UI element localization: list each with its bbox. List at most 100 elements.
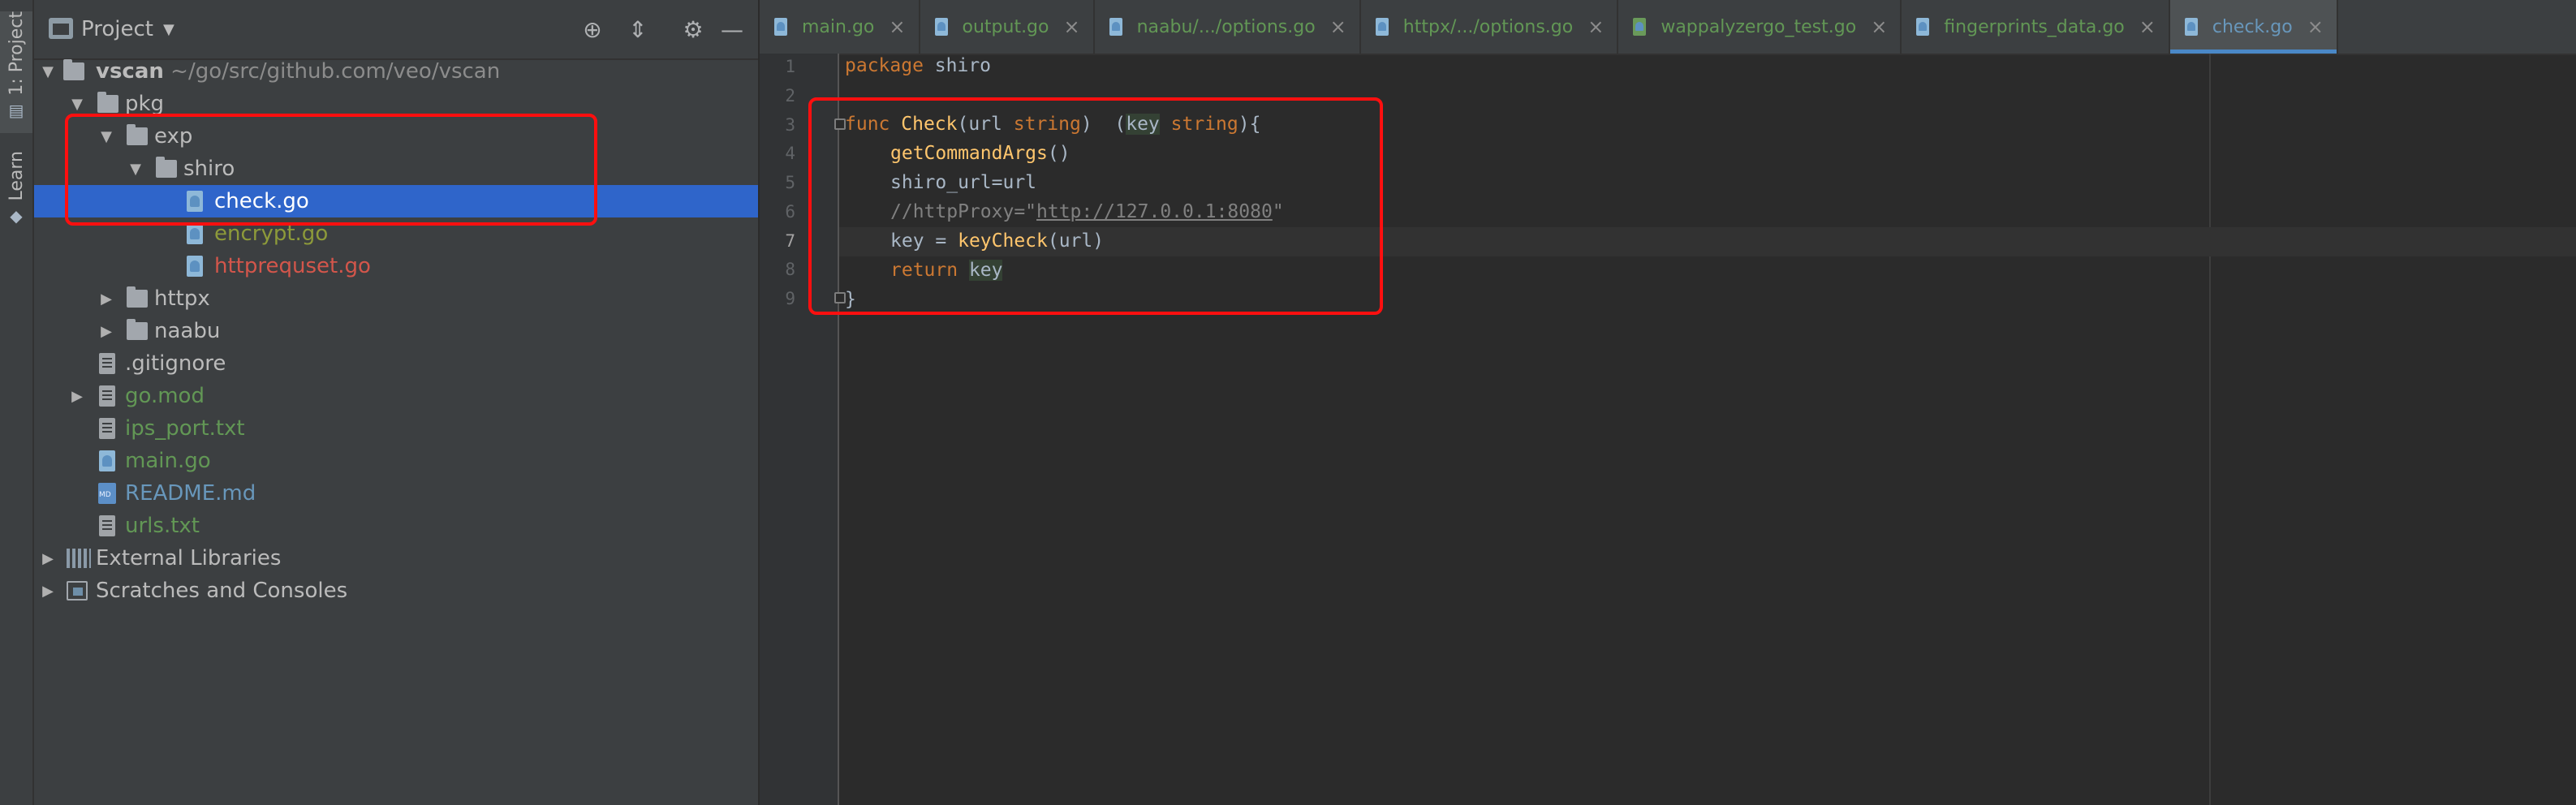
chevron-down-icon[interactable]: ▼ xyxy=(39,63,57,80)
tree-item-httpx[interactable]: ▶ httpx xyxy=(34,282,758,315)
tab-main-go[interactable]: main.go × xyxy=(760,0,920,54)
close-icon[interactable]: × xyxy=(2307,15,2324,38)
tree-item-label: pkg xyxy=(125,92,165,116)
go-file-icon xyxy=(1109,18,1122,36)
tab-httpx-options-go[interactable]: httpx/.../options.go × xyxy=(1361,0,1619,54)
annotation-box-code xyxy=(808,97,1383,315)
go-file-icon xyxy=(2184,18,2198,36)
annotation-box-tree xyxy=(65,114,597,226)
tree-item-external-libraries[interactable]: ▶ External Libraries xyxy=(34,542,758,575)
go-file-icon xyxy=(774,18,787,36)
chevron-down-icon[interactable]: ▼ xyxy=(68,96,86,113)
folder-icon xyxy=(127,319,148,340)
folder-icon xyxy=(97,92,118,113)
tab-label: output.go xyxy=(962,16,1049,37)
tab-fingerprints-data-go[interactable]: fingerprints_data.go × xyxy=(1902,0,2170,54)
tree-item-label: External Libraries xyxy=(96,546,282,570)
go-file-icon xyxy=(99,450,115,471)
tab-naabu-options-go[interactable]: naabu/.../options.go × xyxy=(1095,0,1361,54)
tree-item-main-go[interactable]: main.go xyxy=(34,445,758,477)
tab-label: httpx/.../options.go xyxy=(1402,16,1574,37)
line-number: 8 xyxy=(785,260,795,279)
tree-item-label: README.md xyxy=(125,481,256,506)
tree-item-scratches-and-consoles[interactable]: ▶ Scratches and Consoles xyxy=(34,575,758,607)
go-file-icon xyxy=(1375,18,1389,36)
tab-label: check.go xyxy=(2212,16,2293,37)
go-file-icon xyxy=(934,18,948,36)
tree-item-go-mod[interactable]: ▶ go.mod xyxy=(34,380,758,412)
close-icon[interactable]: × xyxy=(889,15,905,38)
line-number: 9 xyxy=(785,289,795,308)
project-path-hint: ~/go/src/github.com/veo/vscan xyxy=(170,59,501,84)
tree-item-label: vscan xyxy=(96,59,164,84)
project-tool-tab-label: 1: Project xyxy=(6,11,27,96)
tree-item-label: main.go xyxy=(125,449,211,473)
tree-item-gitignore[interactable]: .gitignore xyxy=(34,347,758,380)
tree-item-label: Scratches and Consoles xyxy=(96,579,348,603)
tree-item-httprequset-go[interactable]: httprequset.go xyxy=(34,250,758,282)
tree-item-label: go.mod xyxy=(125,384,205,408)
tab-wappalyzergo-test-go[interactable]: wappalyzergo_test.go × xyxy=(1618,0,1902,54)
right-margin-guide xyxy=(2209,54,2211,805)
close-icon[interactable]: × xyxy=(1330,15,1346,38)
line-number: 5 xyxy=(785,173,795,192)
text-file-icon xyxy=(99,515,115,536)
tree-item-label: urls.txt xyxy=(125,514,200,538)
learn-tool-tab[interactable]: Learn ◆ xyxy=(0,151,32,232)
chevron-right-icon[interactable]: ▶ xyxy=(39,583,57,600)
chevron-right-icon[interactable]: ▶ xyxy=(68,388,86,405)
tree-item-ips-port-txt[interactable]: ips_port.txt xyxy=(34,412,758,445)
tree-item-label: httprequset.go xyxy=(214,254,371,278)
folder-icon: ▤ xyxy=(8,100,24,120)
project-tool-tab[interactable]: 1: Project ▤ xyxy=(0,11,32,133)
tree-item-readme-md[interactable]: README.md xyxy=(34,477,758,510)
library-icon xyxy=(67,549,91,568)
close-icon[interactable]: × xyxy=(1063,15,1079,38)
line-number: 2 xyxy=(785,86,795,105)
chevron-right-icon[interactable]: ▶ xyxy=(39,550,57,567)
tree-item-label: naabu xyxy=(154,319,221,343)
collapse-all-icon[interactable]: ⇕ xyxy=(623,15,653,44)
tree-item-vscan[interactable]: ▼ vscan ~/go/src/github.com/veo/vscan xyxy=(34,55,758,88)
line-number: 3 xyxy=(785,115,795,135)
close-icon[interactable]: × xyxy=(1587,15,1604,38)
hide-panel-icon[interactable]: — xyxy=(717,15,747,44)
line-number: 6 xyxy=(785,202,795,222)
tab-label: main.go xyxy=(802,16,875,37)
locate-file-icon[interactable]: ⊕ xyxy=(578,15,607,44)
project-panel: Project ▼ ⊕ ⇕ ⚙ — ▼ vscan ~/go/src/githu… xyxy=(34,0,758,805)
tree-item-urls-txt[interactable]: urls.txt xyxy=(34,510,758,542)
folder-icon xyxy=(127,286,148,308)
markdown-file-icon xyxy=(98,483,116,504)
tab-output-go[interactable]: output.go × xyxy=(920,0,1095,54)
text-file-icon xyxy=(99,418,115,439)
scratches-icon xyxy=(67,581,88,601)
tree-item-naabu[interactable]: ▶ naabu xyxy=(34,315,758,347)
close-icon[interactable]: × xyxy=(1871,15,1887,38)
tool-window-strip: 1: Project ▤ Learn ◆ xyxy=(0,0,34,805)
chevron-down-icon[interactable]: ▼ xyxy=(163,21,174,38)
line-number: 7 xyxy=(785,231,795,251)
graduation-cap-icon: ◆ xyxy=(10,205,23,226)
code-token: package xyxy=(845,55,924,76)
tree-item-label: httpx xyxy=(154,286,210,311)
tab-label: naabu/.../options.go xyxy=(1136,16,1316,37)
gear-icon[interactable]: ⚙ xyxy=(678,15,708,44)
chevron-right-icon[interactable]: ▶ xyxy=(97,291,115,308)
line-number: 4 xyxy=(785,144,795,163)
tab-label: wappalyzergo_test.go xyxy=(1661,16,1857,37)
tree-item-label: .gitignore xyxy=(125,351,226,376)
folder-icon xyxy=(63,59,84,80)
code-line-1[interactable]: package shiro xyxy=(845,55,991,76)
project-view-selector[interactable]: Project xyxy=(81,17,153,41)
code-token: shiro xyxy=(923,55,992,76)
tree-item-label: ips_port.txt xyxy=(125,416,245,441)
tab-label: fingerprints_data.go xyxy=(1944,16,2125,37)
tab-check-go[interactable]: check.go × xyxy=(2169,0,2338,54)
project-window-icon xyxy=(49,18,73,39)
chevron-right-icon[interactable]: ▶ xyxy=(97,323,115,340)
go-test-file-icon xyxy=(1633,18,1647,36)
text-file-icon xyxy=(99,353,115,374)
editor-tab-bar: main.go × output.go × naabu/.../options.… xyxy=(760,0,2576,55)
close-icon[interactable]: × xyxy=(2139,15,2156,38)
